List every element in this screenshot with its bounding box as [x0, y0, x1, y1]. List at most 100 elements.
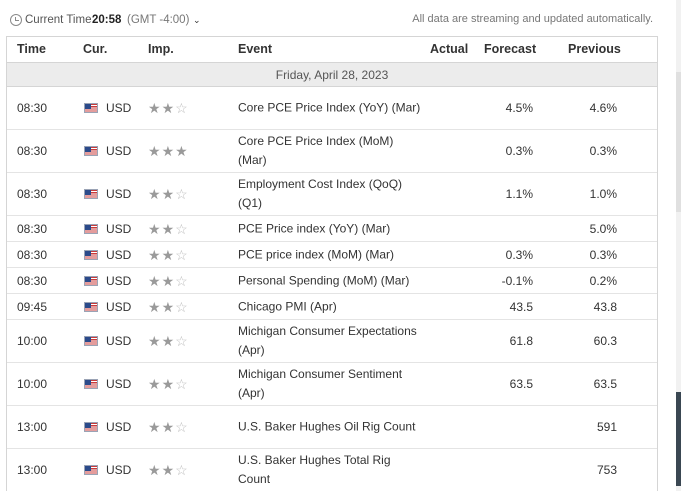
event-previous: 60.3: [593, 334, 617, 348]
chevron-down-icon[interactable]: ⌄: [193, 15, 201, 26]
us-flag-icon: [84, 465, 98, 475]
event-rows: 08:30 USD ★★☆ Core PCE Price Index (YoY) (M…: [7, 87, 657, 491]
page-scrollbar[interactable]: [676, 0, 681, 491]
table-row[interactable]: 08:30 USD ★★☆ Core PCE Price Index (YoY) (M…: [7, 87, 657, 130]
event-time: 08:30: [17, 144, 48, 158]
table-row[interactable]: 08:30 USD ★★☆ Personal Spending (MoM) (Mar)…: [7, 268, 657, 294]
table-header: Time Cur. Imp. Event Actual Forecast Pre…: [7, 37, 657, 63]
event-currency: USD: [106, 101, 132, 115]
importance-stars: ★★☆: [148, 222, 189, 236]
star-icon: ★: [148, 462, 162, 478]
importance-stars: ★★☆: [148, 300, 189, 314]
event-previous: 0.2%: [589, 273, 617, 288]
star-icon: ★: [148, 100, 162, 116]
star-icon: ★: [148, 419, 162, 435]
table-row[interactable]: 08:30 USD ★★☆ Employment Cost Index (QoQ) (…: [7, 173, 657, 216]
event-name[interactable]: Employment Cost Index (QoQ) (Q1): [238, 175, 423, 213]
importance-stars: ★★☆: [148, 420, 189, 434]
star-icon: ☆: [175, 462, 189, 478]
event-time: 13:00: [17, 420, 48, 434]
event-previous: 63.5: [593, 377, 617, 391]
date-row: Friday, April 28, 2023: [7, 63, 657, 87]
us-flag-icon: [84, 146, 98, 156]
us-flag-icon: [84, 189, 98, 199]
header-event: Event: [238, 42, 273, 56]
star-icon: ★: [161, 272, 176, 289]
event-time: 09:45: [17, 299, 48, 314]
clock-icon: [10, 14, 22, 26]
star-icon: ★: [161, 298, 176, 315]
star-icon: ★: [161, 246, 176, 263]
table-row[interactable]: 08:30 USD ★★★ Core PCE Price Index (MoM) (M…: [7, 130, 657, 173]
event-previous: 5.0%: [589, 221, 617, 236]
star-icon: ☆: [175, 376, 189, 392]
timezone-selector[interactable]: (GMT -4:00): [127, 14, 189, 26]
star-icon: ★: [161, 462, 176, 478]
event-time: 13:00: [17, 463, 48, 477]
us-flag-icon: [84, 275, 98, 286]
event-previous: 0.3%: [589, 247, 617, 262]
header-actual: Actual: [430, 42, 469, 56]
table-row[interactable]: 08:30 USD ★★☆ PCE Price index (YoY) (Mar) 5.…: [7, 216, 657, 242]
importance-stars: ★★☆: [148, 334, 189, 348]
event-time: 08:30: [17, 187, 48, 201]
star-icon: ☆: [175, 333, 189, 349]
event-time: 08:30: [17, 221, 48, 236]
economic-calendar-table: Time Cur. Imp. Event Actual Forecast Pre…: [6, 36, 658, 491]
event-name[interactable]: Personal Spending (MoM) (Mar): [238, 271, 423, 290]
star-icon: ☆: [175, 272, 189, 289]
star-icon: ★: [161, 333, 176, 349]
star-icon: ★: [148, 298, 162, 315]
us-flag-icon: [84, 336, 98, 346]
star-icon: ★: [148, 143, 162, 159]
star-icon: ★: [175, 143, 189, 159]
star-icon: ☆: [175, 186, 189, 202]
star-icon: ★: [148, 220, 162, 237]
event-name[interactable]: U.S. Baker Hughes Total Rig Count: [238, 451, 423, 489]
event-time: 10:00: [17, 334, 48, 348]
event-previous: 4.6%: [589, 101, 617, 115]
star-icon: ★: [148, 272, 162, 289]
event-name[interactable]: U.S. Baker Hughes Oil Rig Count: [238, 418, 423, 437]
table-row[interactable]: 09:45 USD ★★☆ Chicago PMI (Apr) 43.5 43.8: [7, 294, 657, 320]
star-icon: ★: [148, 333, 162, 349]
star-icon: ★: [161, 419, 176, 435]
event-name[interactable]: Michigan Consumer Expectations (Apr): [238, 322, 423, 360]
event-currency: USD: [106, 463, 132, 477]
event-name[interactable]: Core PCE Price Index (YoY) (Mar): [238, 99, 423, 118]
event-name[interactable]: Core PCE Price Index (MoM) (Mar): [238, 132, 423, 170]
star-icon: ★: [148, 246, 162, 263]
event-name[interactable]: Chicago PMI (Apr): [238, 297, 423, 316]
current-time-value: 20:58: [92, 14, 122, 26]
table-row[interactable]: 10:00 USD ★★☆ Michigan Consumer Sentiment (…: [7, 363, 657, 406]
star-icon: ☆: [175, 419, 189, 435]
table-row[interactable]: 10:00 USD ★★☆ Michigan Consumer Expectation…: [7, 320, 657, 363]
event-forecast: 0.3%: [505, 144, 533, 158]
star-icon: ★: [161, 376, 176, 392]
importance-stars: ★★☆: [148, 187, 189, 201]
event-forecast: 61.8: [509, 334, 533, 348]
header-previous: Previous: [568, 42, 621, 56]
star-icon: ★: [161, 143, 176, 159]
header-forecast: Forecast: [484, 42, 537, 56]
current-time-label: Current Time:: [25, 14, 95, 26]
event-forecast: 43.5: [509, 299, 533, 314]
event-name[interactable]: PCE price index (MoM) (Mar): [238, 245, 423, 264]
top-bar: Current Time: 20:58 (GMT -4:00) ⌄ All da…: [0, 0, 681, 36]
star-icon: ★: [148, 186, 162, 202]
streaming-notice: All data are streaming and updated autom…: [412, 13, 653, 25]
event-time: 08:30: [17, 273, 48, 288]
event-previous: 591: [596, 420, 617, 434]
table-row[interactable]: 08:30 USD ★★☆ PCE price index (MoM) (Mar) 0.…: [7, 242, 657, 268]
event-name[interactable]: Michigan Consumer Sentiment (Apr): [238, 365, 423, 403]
event-currency: USD: [106, 187, 132, 201]
star-icon: ★: [161, 186, 176, 202]
event-name[interactable]: PCE Price index (YoY) (Mar): [238, 219, 423, 238]
star-icon: ★: [148, 376, 162, 392]
table-row[interactable]: 13:00 USD ★★☆ U.S. Baker Hughes Oil Rig Cou…: [7, 406, 657, 449]
event-forecast: 1.1%: [505, 187, 533, 201]
header-importance: Imp.: [148, 42, 174, 56]
table-row[interactable]: 13:00 USD ★★☆ U.S. Baker Hughes Total Rig C…: [7, 449, 657, 491]
event-previous: 43.8: [593, 299, 617, 314]
event-forecast: 4.5%: [505, 101, 533, 115]
